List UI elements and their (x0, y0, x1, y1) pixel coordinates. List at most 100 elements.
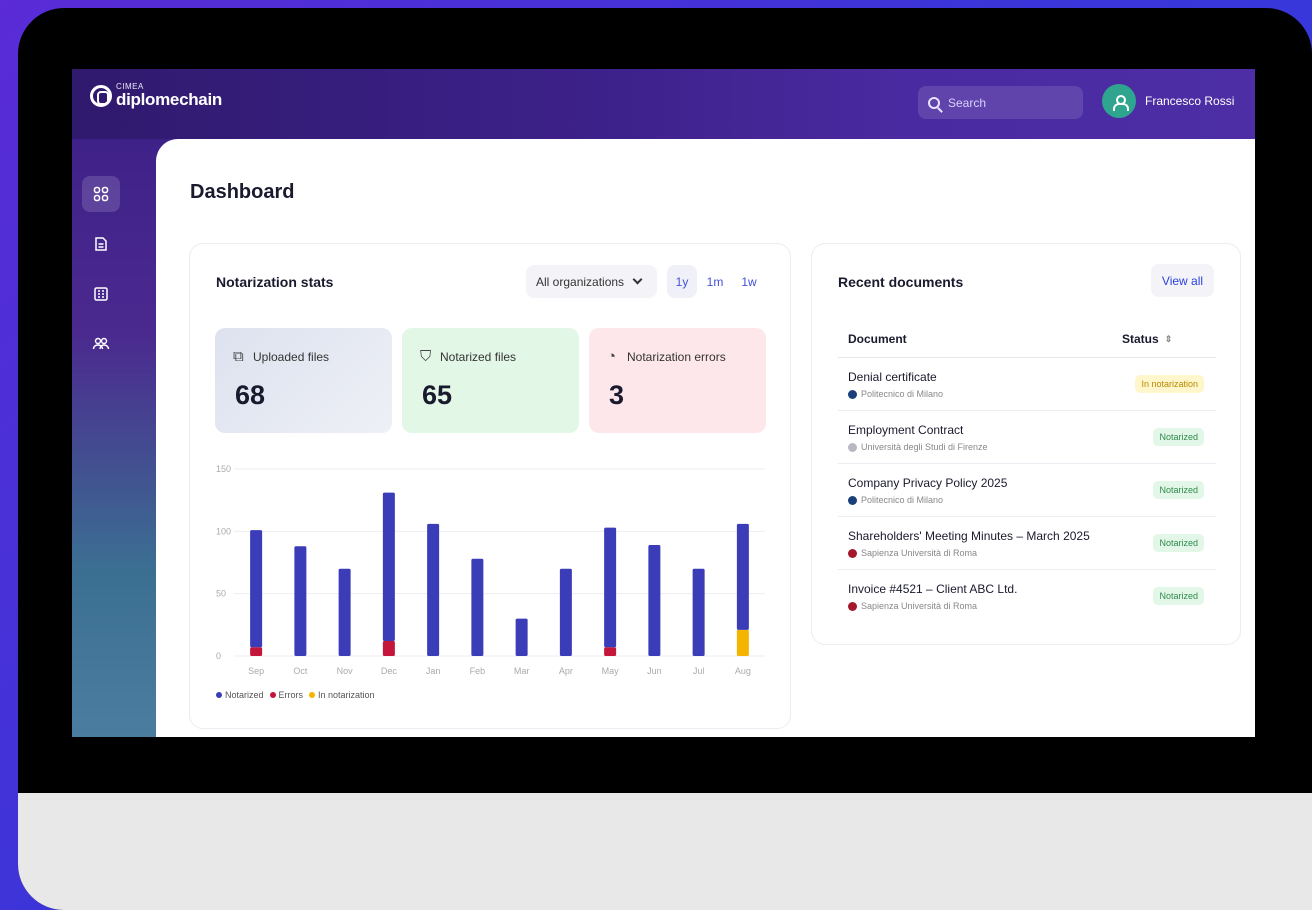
x-tick-label: Jun (647, 666, 662, 676)
org-logo-icon (848, 601, 857, 611)
document-name: Employment Contract (848, 423, 964, 437)
kpi-label: Notarization errors (627, 350, 726, 364)
kpi-notarized-files: ⛉ Notarized files 65 (402, 328, 579, 433)
column-header-status[interactable]: Status ⇕ (1122, 332, 1172, 346)
y-tick-label: 0 (216, 651, 221, 661)
organization-select-value: All organizations (536, 274, 625, 289)
x-tick-label: Jul (693, 666, 705, 676)
sidebar (82, 176, 122, 376)
kpi-value: 65 (422, 380, 453, 410)
org-name: Sapienza Università di Roma (861, 601, 978, 611)
kpi-value: 3 (609, 380, 625, 410)
table-row[interactable]: Company Privacy Policy 2025 Politecnico … (838, 464, 1216, 517)
bar-notarized-jun (648, 545, 661, 656)
kpi-value: 68 (235, 380, 266, 410)
table-row[interactable]: Shareholders' Meeting Minutes – March 20… (838, 517, 1216, 570)
bar-errors-sep (250, 647, 263, 656)
bar-notarized-aug (736, 523, 749, 630)
x-tick-label: Mar (514, 666, 530, 676)
avatar[interactable] (1102, 84, 1136, 118)
document-org: Sapienza Università di Roma (848, 601, 977, 611)
sidebar-item-documents[interactable] (82, 226, 120, 262)
document-org: Università degli Studi di Firenze (848, 442, 988, 452)
notarization-chart: 0 50 100 150 Sep Oct Nov Dec Jan Feb Mar Apr May Jun J… (216, 464, 765, 676)
x-tick-label: Dec (381, 666, 398, 676)
y-tick-label: 50 (216, 589, 226, 599)
bar-notarized-dec (382, 492, 395, 642)
search-placeholder: Search (948, 95, 987, 110)
organization-select[interactable]: All organizations (526, 265, 657, 298)
sidebar-item-dashboard[interactable] (82, 176, 120, 212)
x-tick-label: Feb (470, 666, 486, 676)
y-tick-label: 100 (216, 526, 231, 536)
org-logo-icon (848, 389, 857, 399)
recent-title: Recent documents (838, 274, 964, 290)
column-header-document[interactable]: Document (848, 332, 907, 346)
document-name: Shareholders' Meeting Minutes – March 20… (848, 529, 1090, 543)
stats-title: Notarization stats (216, 274, 334, 290)
check-shield-icon: ⛉ (420, 348, 432, 365)
legend-label: Notarized (225, 690, 264, 700)
bar-notarized-nov (338, 568, 351, 656)
bar-notarized-jan (427, 523, 440, 656)
column-header-status-label: Status (1122, 332, 1159, 346)
document-org: Politecnico di Milano (848, 495, 943, 505)
device-bottom-bezel (18, 793, 1312, 910)
sidebar-item-organizations[interactable] (82, 276, 120, 312)
status-badge: Notarized (1153, 587, 1204, 605)
bar-errors-may (604, 647, 617, 656)
search-icon (928, 96, 940, 109)
page-title: Dashboard (190, 181, 295, 203)
bar-errors-dec (382, 641, 395, 656)
app-screen: CIMEA diplomechain Search Francesco Ross… (72, 69, 1255, 737)
user-icon (1113, 94, 1129, 111)
users-icon (92, 337, 110, 350)
range-1w[interactable]: 1w (734, 265, 764, 298)
status-badge: In notarization (1135, 375, 1204, 393)
org-logo-icon (848, 442, 857, 452)
app-logo[interactable]: CIMEA diplomechain (90, 83, 222, 108)
kpi-label: Uploaded files (253, 350, 330, 364)
building-icon (94, 287, 108, 301)
main-content: Dashboard Notarization stats All organiz… (156, 139, 1255, 737)
table-row[interactable]: Denial certificate Politecnico di Milano… (838, 358, 1216, 411)
x-tick-label: Oct (293, 666, 308, 676)
x-tick-label: Nov (337, 666, 354, 676)
user-name: Francesco Rossi (1145, 94, 1235, 108)
status-badge: Notarized (1153, 534, 1204, 552)
legend-label: Errors (278, 690, 304, 700)
search-input[interactable]: Search (918, 86, 1083, 119)
sort-icon: ⇕ (1164, 333, 1173, 344)
bar-in-notarization-aug (736, 629, 749, 656)
sidebar-item-users[interactable] (82, 326, 120, 362)
grid-icon (93, 186, 109, 202)
range-1y[interactable]: 1y (667, 265, 697, 298)
kpi-uploaded-files: ⧉ Uploaded files 68 (215, 328, 392, 433)
table-row[interactable]: Employment Contract Università degli Stu… (838, 411, 1216, 464)
bar-notarized-mar (515, 618, 528, 656)
logo-subtitle: CIMEA (116, 82, 144, 91)
document-org: Politecnico di Milano (848, 389, 943, 399)
org-name: Sapienza Università di Roma (861, 548, 978, 558)
status-badge: Notarized (1153, 481, 1204, 499)
x-tick-label: Aug (735, 666, 751, 676)
view-all-button[interactable]: View all (1151, 264, 1214, 297)
bar-notarized-jul (692, 568, 705, 656)
table-row[interactable]: Invoice #4521 – Client ABC Ltd. Sapienza… (838, 570, 1216, 623)
recent-documents-card: Recent documents View all Document Statu… (811, 243, 1241, 645)
logo-icon (90, 84, 112, 107)
upload-icon: ⧉ (233, 348, 244, 365)
kpi-notarization-errors: ◔ Notarization errors 3 (589, 328, 766, 433)
notarization-stats-card: Notarization stats All organizations 1y … (189, 243, 791, 729)
legend-swatch (269, 692, 276, 698)
range-1m[interactable]: 1m (700, 265, 730, 298)
org-name: Politecnico di Milano (861, 495, 944, 505)
topbar: CIMEA diplomechain Search Francesco Ross… (72, 69, 1255, 139)
chart-legend: Notarized Errors In notarization (216, 690, 375, 700)
bar-notarized-oct (294, 546, 307, 656)
user-menu[interactable]: Francesco Rossi (1102, 84, 1234, 118)
org-name: Politecnico di Milano (861, 389, 944, 399)
legend-label: In notarization (318, 690, 375, 700)
logo-name: diplomechain (116, 90, 222, 109)
x-tick-label: Sep (248, 666, 264, 676)
